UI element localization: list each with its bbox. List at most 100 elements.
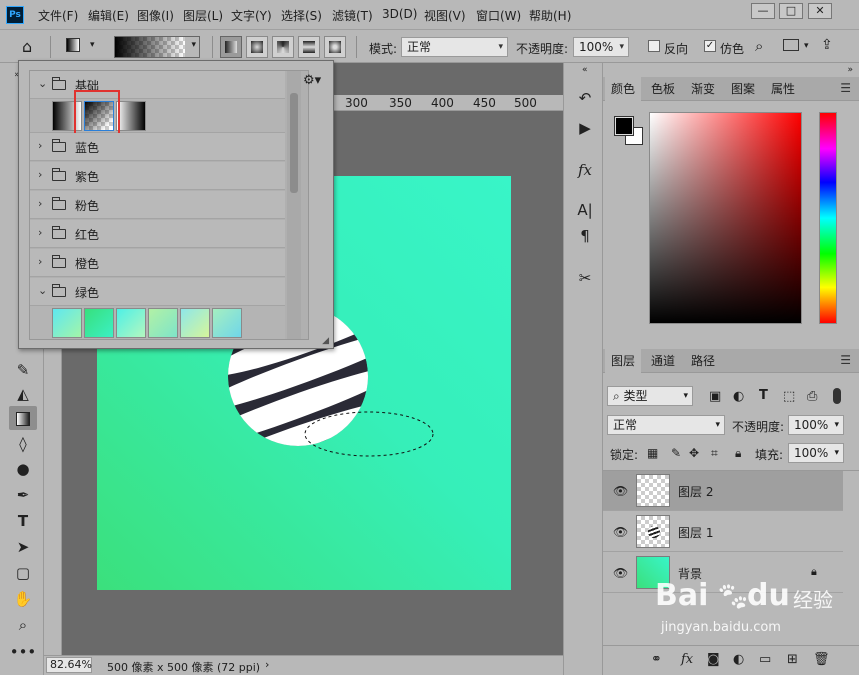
type-tool-icon[interactable]: T <box>9 509 37 533</box>
gradient-swatch[interactable] <box>212 308 242 338</box>
dither-checkbox[interactable]: ✓ <box>704 40 716 52</box>
workspace-icon[interactable] <box>783 39 799 51</box>
reflected-gradient-button[interactable] <box>298 36 320 58</box>
menu-select[interactable]: 选择(S) <box>281 7 322 24</box>
gradient-group-purple[interactable]: › 紫色 <box>30 162 285 190</box>
new-layer-icon[interactable]: ⊞ <box>787 652 798 667</box>
hue-slider[interactable] <box>819 112 837 324</box>
diamond-gradient-button[interactable] <box>324 36 346 58</box>
layer-row[interactable]: 👁︎ 图层 1 <box>603 512 843 552</box>
chevron-right-icon[interactable]: › <box>38 139 42 152</box>
more-tools-icon[interactable]: ••• <box>9 640 37 664</box>
gradient-swatch[interactable] <box>116 308 146 338</box>
menu-image[interactable]: 图像(I) <box>137 7 174 24</box>
styles-fx-icon[interactable]: fx <box>574 159 596 181</box>
tab-patterns[interactable]: 图案 <box>725 77 761 101</box>
gradient-swatch[interactable] <box>84 308 114 338</box>
actions-play-icon[interactable]: ▶ <box>574 117 596 139</box>
opacity-input[interactable]: 100% ▾ <box>573 37 629 57</box>
gradient-group-green[interactable]: ⌄ 绿色 <box>30 278 285 306</box>
add-mask-icon[interactable]: ◙ <box>707 652 720 667</box>
search-icon[interactable]: ⌕ <box>755 37 763 55</box>
layer-row[interactable]: 👁︎ 图层 2 <box>603 471 843 511</box>
panel-menu-icon[interactable]: ☰ <box>840 81 851 95</box>
collapse-icon[interactable]: « <box>582 65 588 75</box>
menu-view[interactable]: 视图(V) <box>424 7 466 24</box>
reverse-checkbox[interactable] <box>648 40 660 52</box>
menu-file[interactable]: 文件(F) <box>38 7 78 24</box>
history-brush-icon[interactable]: ✎ <box>9 358 37 382</box>
gradient-swatch[interactable] <box>148 308 178 338</box>
tab-swatches[interactable]: 色板 <box>645 77 681 101</box>
tab-paths[interactable]: 路径 <box>685 349 721 373</box>
gradient-group-red[interactable]: › 红色 <box>30 220 285 248</box>
close-button[interactable]: ✕ <box>808 3 832 19</box>
chevron-right-icon[interactable]: › <box>265 658 269 671</box>
tab-layers[interactable]: 图层 <box>605 349 642 373</box>
character-icon[interactable]: A| <box>574 199 596 221</box>
gradient-group-pink[interactable]: › 粉色 <box>30 191 285 219</box>
menu-filter[interactable]: 滤镜(T) <box>332 7 373 24</box>
visibility-eye-icon[interactable]: 👁︎ <box>613 525 628 539</box>
color-picker-field[interactable] <box>649 112 802 324</box>
lock-artboard-icon[interactable]: ⌗ <box>711 446 718 461</box>
share-icon[interactable]: ⇪ <box>821 37 833 53</box>
menu-help[interactable]: 帮助(H) <box>529 7 571 24</box>
path-select-icon[interactable]: ➤ <box>9 535 37 559</box>
linear-gradient-button[interactable] <box>220 36 242 58</box>
layer-style-fx-icon[interactable]: fx <box>681 652 693 667</box>
collapse-icon[interactable]: » <box>847 65 853 75</box>
gradient-swatch[interactable] <box>52 308 82 338</box>
menu-edit[interactable]: 编辑(E) <box>88 7 129 24</box>
lock-image-icon[interactable]: ✎ <box>671 446 681 460</box>
mode-select[interactable]: 正常 ▾ <box>401 37 508 57</box>
history-icon[interactable]: ↶ <box>574 87 596 109</box>
blend-mode-select[interactable]: 正常 ▾ <box>607 415 725 435</box>
tool-presets-icon[interactable]: ✂ <box>574 267 596 289</box>
gear-icon[interactable]: ⚙▾ <box>303 73 321 88</box>
popup-scrollbar[interactable] <box>287 71 301 339</box>
hand-icon[interactable]: ✋ <box>9 587 37 611</box>
scrollbar-thumb[interactable] <box>290 93 298 193</box>
menu-type[interactable]: 文字(Y) <box>231 7 272 24</box>
fill-input[interactable]: 100% ▾ <box>788 443 844 463</box>
chevron-right-icon[interactable]: › <box>38 168 42 181</box>
home-icon[interactable]: ⌂ <box>22 37 32 56</box>
zoom-level[interactable]: 82.64% <box>46 657 92 673</box>
chevron-down-icon[interactable]: ⌄ <box>38 77 47 90</box>
radial-gradient-button[interactable] <box>246 36 268 58</box>
chevron-down-icon[interactable]: ▾ <box>90 40 95 50</box>
lock-position-icon[interactable]: ✥ <box>689 446 699 460</box>
tab-color[interactable]: 颜色 <box>605 77 642 101</box>
trash-icon[interactable]: 🗑︎ <box>813 652 830 667</box>
tab-gradients[interactable]: 渐变 <box>685 77 721 101</box>
lock-all-icon[interactable]: 🔒︎ <box>735 446 741 461</box>
visibility-eye-icon[interactable]: 👁︎ <box>613 566 628 580</box>
tool-preset-icon[interactable] <box>66 38 80 52</box>
chevron-down-icon[interactable]: ▾ <box>804 41 809 51</box>
tab-channels[interactable]: 通道 <box>645 349 681 373</box>
layer-filter-select[interactable]: ⌕ 类型 ▾ <box>607 386 693 406</box>
chevron-down-icon[interactable]: ▾ <box>191 40 196 50</box>
foreground-color-swatch[interactable] <box>614 116 634 136</box>
zoom-icon[interactable]: ⌕ <box>9 613 37 637</box>
pixel-filter-icon[interactable]: ▣ <box>709 389 721 404</box>
visibility-eye-icon[interactable]: 👁︎ <box>613 484 628 498</box>
gradient-swatch-black-white[interactable] <box>116 101 146 131</box>
layer-name[interactable]: 图层 2 <box>678 483 713 500</box>
chevron-down-icon[interactable]: ⌄ <box>38 284 47 297</box>
chevron-right-icon[interactable]: › <box>38 255 42 268</box>
type-filter-icon[interactable]: T <box>759 388 768 403</box>
lock-transparent-icon[interactable]: ▦ <box>647 446 658 460</box>
angle-gradient-button[interactable] <box>272 36 294 58</box>
gradient-swatch[interactable] <box>180 308 210 338</box>
pen-icon[interactable]: ✒ <box>9 483 37 507</box>
menu-3d[interactable]: 3D(D) <box>382 7 417 21</box>
blur-icon[interactable]: ◊ <box>9 432 37 456</box>
shape-filter-icon[interactable]: ⬚ <box>783 389 795 404</box>
gradient-preview[interactable]: ▾ <box>114 36 200 58</box>
resize-handle-icon[interactable]: ◢ <box>322 336 329 346</box>
adjustment-filter-icon[interactable]: ◐ <box>733 389 744 404</box>
gradient-group-orange[interactable]: › 橙色 <box>30 249 285 277</box>
gradient-group-blue[interactable]: › 蓝色 <box>30 133 285 161</box>
